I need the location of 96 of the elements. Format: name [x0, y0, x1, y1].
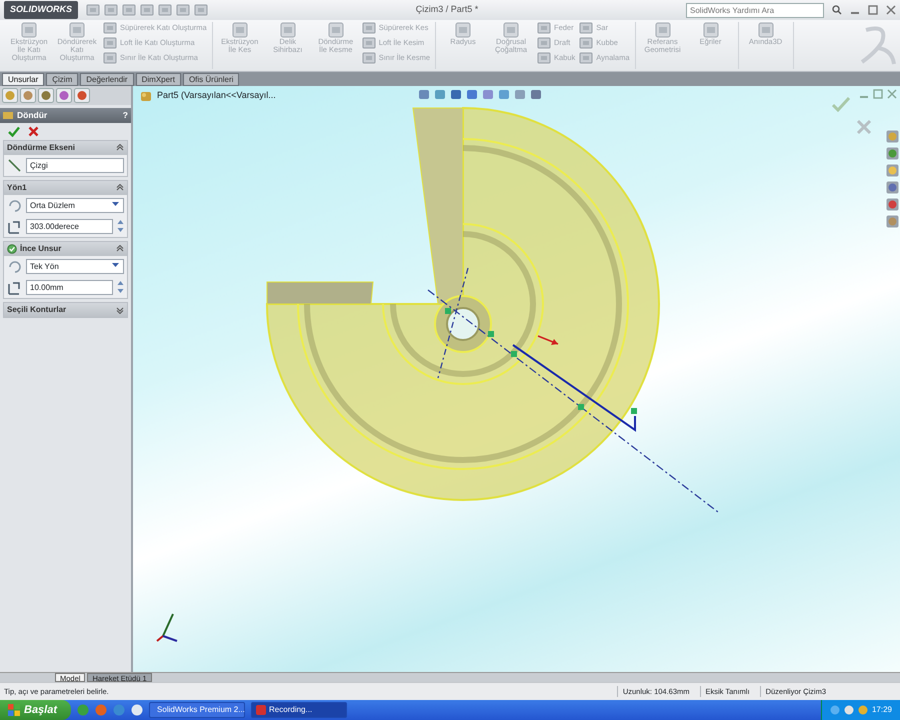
number-field[interactable]: 303.00derece — [26, 218, 113, 234]
toolbar-tool-icon[interactable] — [158, 4, 172, 16]
tool-icon — [579, 37, 594, 49]
tool-icon — [537, 22, 551, 34]
command-tab[interactable]: Değerlendir — [80, 73, 134, 86]
taskbar-window-button[interactable]: Recording... — [251, 702, 348, 718]
panel-title: Döndür — [17, 109, 48, 122]
collapse-chevron-icon[interactable] — [116, 144, 124, 152]
app-logo[interactable]: SOLIDWORKS — [4, 1, 78, 19]
windows-logo-icon — [8, 704, 20, 716]
collapse-chevron-icon[interactable] — [116, 184, 124, 192]
task-pane-icon[interactable] — [886, 147, 899, 160]
quick-launch-icon[interactable] — [131, 704, 144, 716]
direction-arrow-icon[interactable] — [538, 335, 558, 345]
toolbar-tool-icon[interactable] — [86, 4, 100, 16]
tool-icon — [579, 22, 594, 34]
tool-icon — [579, 52, 594, 64]
section-title: İnce Unsur — [20, 242, 62, 255]
ok-check-icon[interactable] — [8, 126, 20, 137]
view-tool-icon[interactable] — [466, 89, 478, 100]
tool-icon — [103, 22, 117, 34]
panel-tab-icon[interactable] — [38, 88, 54, 103]
panel-tab-icon[interactable] — [56, 88, 72, 103]
tool-icon — [362, 37, 376, 49]
toolbar-tool-icon[interactable] — [140, 4, 154, 16]
toolbar-tool-icon[interactable] — [176, 4, 190, 16]
task-pane-icon[interactable] — [886, 198, 899, 211]
tree-item[interactable]: Part5 (Varsayılan<<Varsayıl... — [157, 89, 276, 102]
clock: 17:29 — [872, 704, 892, 716]
toolbar-tool-icon[interactable] — [122, 4, 136, 16]
view-tool-icon[interactable] — [450, 89, 462, 100]
section-title: Yön1 — [7, 182, 27, 194]
rotate-icon — [7, 258, 22, 274]
collapse-chevron-icon[interactable] — [116, 244, 124, 253]
dropdown[interactable]: Tek Yön — [26, 258, 124, 274]
panel-tab-icon[interactable] — [74, 88, 90, 103]
line-icon — [7, 158, 22, 173]
taskbar-window-button[interactable]: SolidWorks Premium 2... — [149, 702, 246, 718]
task-pane-icon[interactable] — [886, 181, 899, 194]
task-pane-icon[interactable] — [886, 215, 899, 228]
section-header[interactable]: Seçili Konturlar — [4, 302, 127, 317]
tool-icon — [103, 37, 117, 49]
maximize-icon[interactable] — [873, 89, 883, 99]
toolbar-tool-icon[interactable] — [104, 4, 118, 16]
task-pane-icon[interactable] — [886, 130, 899, 143]
number-field[interactable]: 10.00mm — [26, 280, 113, 295]
rotate-icon — [7, 198, 22, 213]
spinner-arrows-icon[interactable] — [117, 219, 124, 234]
section-checkbox[interactable] — [7, 244, 17, 254]
dimension-icon — [7, 218, 22, 234]
document-title: Çizim3 / Part5 * — [416, 3, 478, 16]
maximize-icon[interactable] — [868, 5, 878, 15]
task-pane-icon[interactable] — [886, 164, 899, 177]
collapse-chevron-icon[interactable] — [116, 306, 124, 314]
tray-icon[interactable] — [844, 705, 854, 715]
section-title: Döndürme Ekseni — [7, 142, 76, 154]
close-icon[interactable] — [887, 89, 897, 99]
panel-tab-icon[interactable] — [20, 88, 36, 103]
start-button[interactable]: Başlat — [0, 700, 72, 720]
section-header[interactable]: Döndürme Ekseni — [4, 140, 127, 155]
section-header[interactable]: Yön1 — [4, 180, 127, 195]
tool-icon — [103, 52, 117, 64]
command-tab[interactable]: Unsurlar — [2, 73, 44, 86]
axis-triad-icon — [156, 614, 178, 642]
search-icon[interactable] — [832, 5, 842, 15]
view-tool-icon[interactable] — [482, 89, 494, 100]
section-header[interactable]: İnce Unsur — [4, 242, 127, 256]
toolbar-tool-icon[interactable] — [194, 4, 208, 16]
tool-icon — [537, 37, 551, 49]
command-tab[interactable]: DimXpert — [136, 73, 181, 86]
section-title: Seçili Konturlar — [7, 304, 66, 316]
dimension-icon — [7, 280, 22, 295]
help-link[interactable]: ? — [122, 109, 128, 122]
tool-icon — [362, 22, 376, 34]
view-tool-icon[interactable] — [530, 89, 542, 100]
feature-icon — [3, 110, 13, 120]
app-icon — [256, 705, 266, 715]
search-field[interactable]: SolidWorks Yardımı Ara — [686, 2, 824, 18]
command-tab[interactable]: Ofis Ürünleri — [182, 73, 240, 86]
view-tool-icon[interactable] — [498, 89, 510, 100]
tool-icon — [362, 52, 376, 64]
view-tool-icon[interactable] — [434, 89, 446, 100]
selection-field[interactable]: Çizgi — [26, 158, 124, 173]
close-icon[interactable] — [886, 5, 896, 15]
view-tool-icon[interactable] — [514, 89, 526, 100]
spinner-arrows-icon[interactable] — [117, 280, 124, 294]
tray-icon[interactable] — [830, 705, 840, 715]
tray-icon[interactable] — [858, 705, 868, 715]
dropdown[interactable]: Orta Düzlem — [26, 198, 124, 213]
command-tab[interactable]: Çizim — [46, 73, 78, 86]
panel-tab-icon[interactable] — [2, 88, 18, 103]
cancel-icon[interactable] — [28, 126, 39, 137]
ok-check-icon[interactable] — [832, 96, 850, 112]
tool-icon — [537, 52, 551, 64]
part-icon[interactable] — [139, 90, 153, 102]
view-tool-icon[interactable] — [418, 89, 430, 100]
